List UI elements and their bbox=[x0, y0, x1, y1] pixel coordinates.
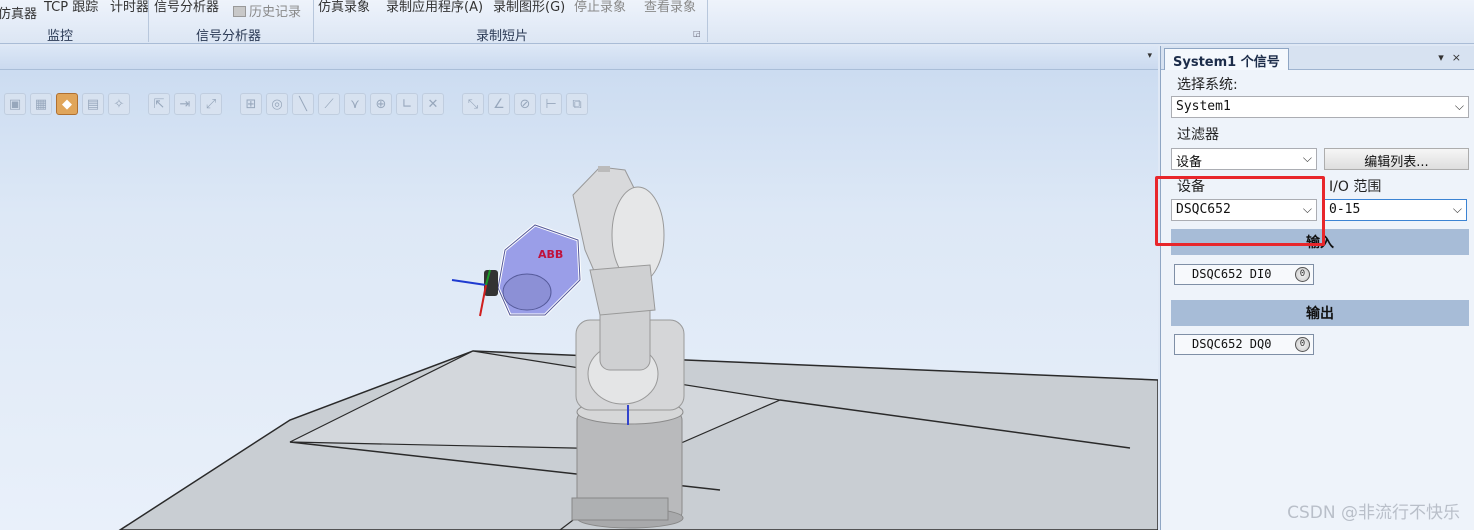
ribbon: 仿真器 TCP 跟踪 计时器 监控 信号分析器 历史记录 信号分析器 仿真录象 … bbox=[0, 0, 1474, 44]
measure-minimum-icon[interactable]: ⊢ bbox=[540, 93, 562, 115]
measure-diameter-icon[interactable]: ⊘ bbox=[514, 93, 536, 115]
io-range-select[interactable]: 0-15 ⌵ bbox=[1324, 199, 1467, 221]
panel-tabbar: System1 个信号 ▾× bbox=[1161, 46, 1474, 70]
group-label-monitor: 监控 bbox=[47, 29, 74, 44]
view-record-button[interactable]: 查看录象 bbox=[644, 0, 696, 15]
chevron-down-icon: ⌵ bbox=[1452, 202, 1462, 216]
simulator-button[interactable]: 仿真器 bbox=[0, 3, 37, 22]
signal-state-icon[interactable]: 0 bbox=[1295, 337, 1310, 352]
snap-grid-icon[interactable]: ⊞ bbox=[240, 93, 262, 115]
signal-analyzer-button[interactable]: 信号分析器 bbox=[154, 0, 219, 15]
snap-mid-icon[interactable]: ◎ bbox=[266, 93, 288, 115]
tcp-trace-label: TCP 跟踪 bbox=[44, 0, 99, 15]
tab-system1-signals[interactable]: System1 个信号 bbox=[1164, 48, 1289, 70]
output-signal-dq0[interactable]: DSQC652 DQ0 0 bbox=[1174, 334, 1314, 355]
measure-angle-icon[interactable]: ∠ bbox=[488, 93, 510, 115]
chevron-down-icon: ⌵ bbox=[1302, 151, 1312, 165]
group-label-signal-analyzer: 信号分析器 bbox=[196, 29, 262, 44]
snap-point-icon[interactable]: ⊕ bbox=[370, 93, 392, 115]
history-button[interactable]: 历史记录 bbox=[233, 1, 301, 20]
sim-record-button[interactable]: 仿真录象 bbox=[318, 0, 370, 15]
output-signal-label: DSQC652 DQ0 bbox=[1192, 337, 1272, 351]
select-group-icon[interactable]: ▦ bbox=[30, 93, 52, 115]
robot-tool[interactable]: ABB bbox=[484, 223, 582, 317]
filter-label: 过滤器 bbox=[1177, 127, 1219, 143]
snap-object-icon[interactable]: ⇱ bbox=[148, 93, 170, 115]
history-label: 历史记录 bbox=[249, 5, 302, 20]
filter-select[interactable]: 设备 ⌵ bbox=[1171, 148, 1317, 170]
timer-button[interactable]: 计时器 bbox=[110, 0, 149, 15]
stop-record-button[interactable]: 停止录象 bbox=[574, 0, 626, 15]
input-signal-di0[interactable]: DSQC652 DI0 0 bbox=[1174, 264, 1314, 285]
select-part-icon[interactable]: ▣ bbox=[4, 93, 26, 115]
select-system-label: 选择系统: bbox=[1177, 77, 1238, 93]
system-select[interactable]: System1 ⌵ bbox=[1171, 96, 1469, 118]
input-signal-label: DSQC652 DI0 bbox=[1192, 267, 1272, 281]
robot-upper-arm[interactable] bbox=[572, 166, 665, 316]
ribbon-separator bbox=[707, 0, 708, 42]
ribbon-separator bbox=[148, 0, 149, 42]
3d-viewport[interactable]: ▾ ABB ▣ ▦ ◆ ▤ ✧ ⇱ ⇥ ⤢ ⊞ ◎ ╲ ⟋ ⋎ ⊕ ∟ ✕ ⤡ … bbox=[0, 46, 1158, 530]
snap-circle-icon[interactable]: ⟋ bbox=[318, 93, 340, 115]
viewport-toolbar: ▣ ▦ ◆ ▤ ✧ ⇱ ⇥ ⤢ ⊞ ◎ ╲ ⟋ ⋎ ⊕ ∟ ✕ ⤡ ∠ ⊘ ⊢ … bbox=[4, 93, 588, 115]
group-label-record-clip: 录制短片 bbox=[476, 29, 529, 44]
scene-canvas[interactable]: ABB bbox=[0, 70, 1158, 530]
svg-text:ABB: ABB bbox=[538, 248, 563, 261]
highlight-box bbox=[1155, 176, 1325, 246]
snap-end-icon[interactable]: ╲ bbox=[292, 93, 314, 115]
history-icon bbox=[233, 6, 246, 17]
filter-select-value: 设备 bbox=[1176, 155, 1203, 170]
snap-local-icon[interactable]: ⋎ bbox=[344, 93, 366, 115]
record-app-button[interactable]: 录制应用程序(A) bbox=[386, 0, 483, 15]
snap-center-icon[interactable]: ⇥ bbox=[174, 93, 196, 115]
chevron-down-icon: ⌵ bbox=[1454, 99, 1464, 113]
output-section-header: 输出 bbox=[1171, 300, 1469, 326]
snap-angle-icon[interactable]: ∟ bbox=[396, 93, 418, 115]
snap-edge-icon[interactable]: ⤢ bbox=[200, 93, 222, 115]
record-graphics-button[interactable]: 录制图形(G) bbox=[493, 0, 565, 15]
watermark: CSDN @非流行不快乐 bbox=[1287, 503, 1460, 523]
snap-cross-icon[interactable]: ✕ bbox=[422, 93, 444, 115]
viewport-menu-icon[interactable]: ▾ bbox=[1147, 51, 1152, 61]
io-range-select-value: 0-15 bbox=[1329, 202, 1361, 217]
select-target-icon[interactable]: ✧ bbox=[108, 93, 130, 115]
ribbon-separator bbox=[313, 0, 314, 42]
system-select-value: System1 bbox=[1176, 99, 1231, 114]
panel-window-controls: ▾× bbox=[1438, 51, 1469, 64]
measure-distance-icon[interactable]: ⤡ bbox=[462, 93, 484, 115]
dialog-launcher-icon[interactable]: ◲ bbox=[693, 29, 701, 38]
edit-list-button[interactable]: 编辑列表... bbox=[1324, 148, 1469, 170]
select-body-icon[interactable]: ▤ bbox=[82, 93, 104, 115]
select-mechanism-icon[interactable]: ◆ bbox=[56, 93, 78, 115]
close-icon[interactable]: × bbox=[1452, 51, 1469, 64]
io-range-label: I/O 范围 bbox=[1329, 179, 1382, 195]
signal-state-icon[interactable]: 0 bbox=[1295, 267, 1310, 282]
io-signals-panel: System1 个信号 ▾× 选择系统: System1 ⌵ 过滤器 设备 ⌵ 编辑… bbox=[1160, 46, 1474, 530]
measure-icon[interactable]: ⧉ bbox=[566, 93, 588, 115]
pin-dropdown-icon[interactable]: ▾ bbox=[1438, 51, 1452, 64]
viewport-titlebar: ▾ bbox=[0, 46, 1158, 70]
tcp-trace-button[interactable]: TCP 跟踪 bbox=[44, 0, 98, 15]
